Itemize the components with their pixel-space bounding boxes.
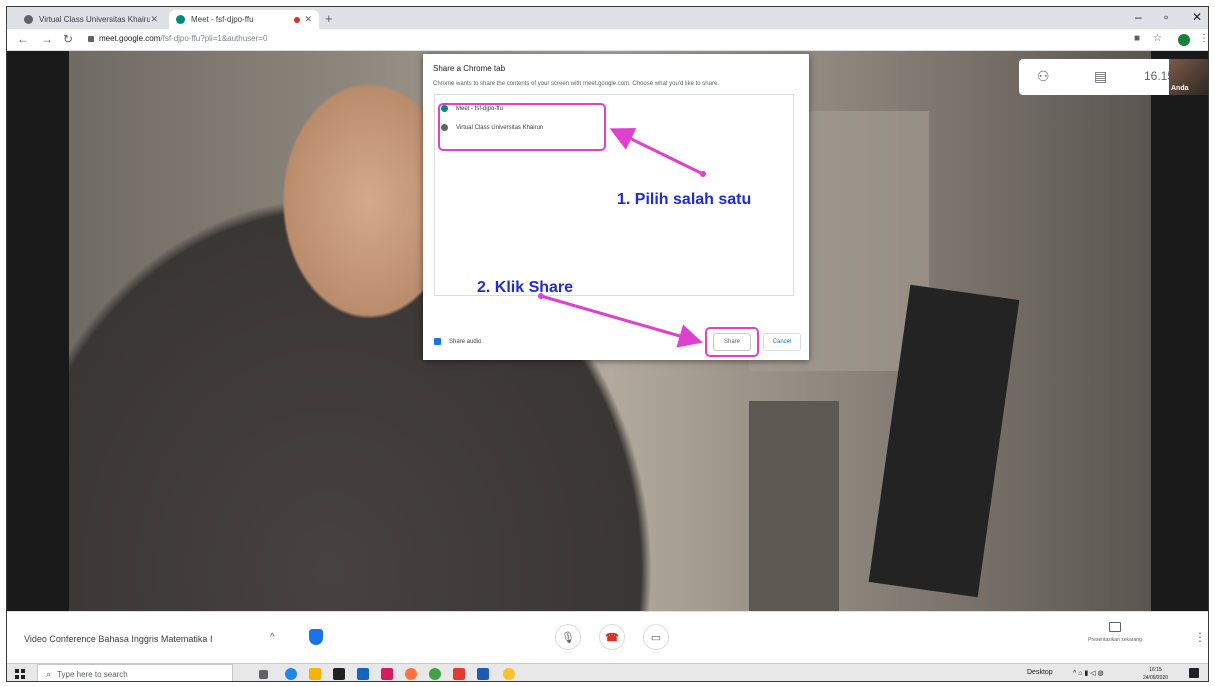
tab-strip: Virtual Class Universitas Khairun ✕ Meet… <box>7 7 1208 29</box>
firefox-icon[interactable] <box>405 668 417 680</box>
self-view-thumbnail[interactable]: Anda <box>1169 59 1208 95</box>
recording-indicator-icon <box>294 16 301 23</box>
new-tab-button[interactable]: + <box>325 11 333 26</box>
app-red-icon[interactable] <box>381 668 393 680</box>
meet-video-area: ⚇ ▤ 16.15 Anda Share a Chrome tab Chrome… <box>7 51 1208 611</box>
url-host: meet.google.com <box>99 34 161 43</box>
taskbar-clock[interactable]: 16:15 24/09/2020 <box>1143 666 1169 681</box>
lock-icon <box>88 36 94 42</box>
dialog-title: Share a Chrome tab <box>433 64 506 73</box>
background-object <box>749 401 839 611</box>
maximize-icon[interactable]: ▫ <box>1164 10 1168 24</box>
self-view-name: Anda <box>1171 85 1189 92</box>
checkbox-checked-icon <box>434 338 441 345</box>
windows-start-icon[interactable] <box>15 669 25 679</box>
microphone-button[interactable]: 🎙 <box>555 624 581 650</box>
shield-icon[interactable] <box>309 629 323 645</box>
acrobat-icon[interactable] <box>453 668 465 680</box>
file-explorer-icon[interactable] <box>309 668 321 680</box>
store-icon[interactable] <box>333 668 345 680</box>
word-icon[interactable] <box>477 668 489 680</box>
search-icon: ⌕ <box>46 668 52 679</box>
browser-toolbar: ← → ↻ meet.google.com/fsf-djpo-ffu?pli=1… <box>7 29 1208 51</box>
tab-meet[interactable]: Meet - fsf-djpo-ffu ✕ <box>169 10 319 29</box>
globe-icon <box>24 15 33 24</box>
annotation-step-1: 1. Pilih salah satu <box>617 191 752 208</box>
back-icon[interactable]: ← <box>17 32 29 46</box>
annotation-step-2: 2. Klik Share <box>477 279 574 296</box>
chrome-alt-icon[interactable] <box>503 668 515 680</box>
hang-up-button[interactable]: ☎ <box>599 624 625 650</box>
present-icon <box>1109 622 1121 632</box>
more-options-icon[interactable]: ⋮ <box>1194 630 1206 644</box>
share-audio-checkbox[interactable]: Share audio <box>434 338 481 345</box>
url-path: /fsf-djpo-ffu?pli=1&authuser=0 <box>160 34 268 43</box>
mail-icon[interactable] <box>357 668 369 680</box>
chevron-up-icon[interactable]: ^ <box>270 632 275 643</box>
edge-icon[interactable] <box>285 668 297 680</box>
forward-icon[interactable]: → <box>41 32 53 46</box>
camera-button[interactable]: ▭ <box>643 624 669 650</box>
tray-icons[interactable]: ^ ⌂ ▮ ◁ ◍ <box>1073 669 1104 677</box>
minimize-icon[interactable]: – <box>1135 10 1142 24</box>
profile-avatar[interactable] <box>1178 34 1190 46</box>
close-tab-icon[interactable]: ✕ <box>304 14 312 25</box>
close-tab-icon[interactable]: ✕ <box>150 14 158 25</box>
meet-icon <box>176 15 185 24</box>
meet-top-controls: ⚇ ▤ 16.15 <box>1019 59 1174 95</box>
camera-icon[interactable]: ■ <box>1134 33 1140 44</box>
meet-bottom-bar: Video Conference Bahasa Inggris Matemati… <box>7 611 1208 663</box>
present-now-button[interactable]: Presentasikan sekarang <box>1075 622 1155 643</box>
chat-icon[interactable]: ▤ <box>1094 68 1107 85</box>
mouse-cursor-icon: ⬉ <box>480 309 489 320</box>
tab-title: Meet - fsf-djpo-ffu <box>191 15 254 24</box>
people-icon[interactable]: ⚇ <box>1037 68 1050 85</box>
bookmark-star-icon[interactable]: ☆ <box>1153 33 1162 44</box>
dialog-description: Chrome wants to share the contents of yo… <box>433 81 719 87</box>
taskbar-time: 16:15 <box>1149 667 1162 673</box>
task-view-icon[interactable] <box>259 670 268 679</box>
desktop-label[interactable]: Desktop <box>1027 669 1053 676</box>
reload-icon[interactable]: ↻ <box>63 32 73 46</box>
address-bar[interactable]: meet.google.com/fsf-djpo-ffu?pli=1&authu… <box>99 34 267 43</box>
close-window-icon[interactable]: ✕ <box>1192 10 1202 24</box>
taskbar-search-box[interactable]: ⌕ Type here to search <box>37 664 233 681</box>
highlight-tab-options <box>438 103 606 151</box>
notification-icon[interactable] <box>1189 668 1199 678</box>
tab-title: Virtual Class Universitas Khairun <box>39 15 151 24</box>
chrome-icon[interactable] <box>429 668 441 680</box>
meeting-title: Video Conference Bahasa Inggris Matemati… <box>24 634 213 644</box>
share-audio-label: Share audio <box>449 338 482 345</box>
taskbar-date: 24/09/2020 <box>1143 675 1169 681</box>
browser-window: Virtual Class Universitas Khairun ✕ Meet… <box>6 6 1209 682</box>
cancel-button[interactable]: Cancel <box>763 333 801 351</box>
windows-taskbar: ⌕ Type here to search Desktop ^ ⌂ ▮ ◁ ◍ … <box>7 663 1208 681</box>
present-label: Presentasikan sekarang <box>1088 637 1142 643</box>
menu-kebab-icon[interactable]: ⋮ <box>1199 33 1208 44</box>
highlight-share-button <box>705 327 759 357</box>
search-placeholder: Type here to search <box>57 669 128 679</box>
tab-virtual-class[interactable]: Virtual Class Universitas Khairun ✕ <box>17 10 165 29</box>
